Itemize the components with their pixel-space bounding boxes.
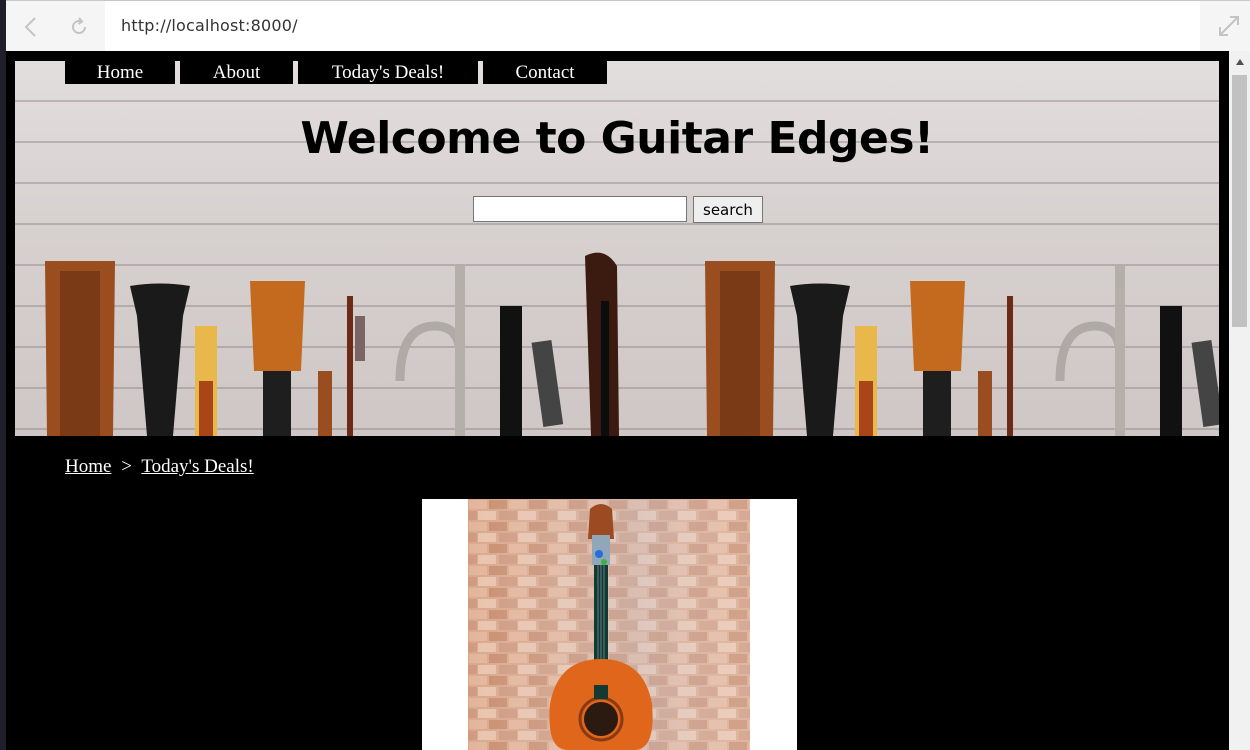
scroll-up-arrow-icon [1235,59,1244,65]
guitar-photo [468,499,750,750]
site-title: Welcome to Guitar Edges! [300,113,934,164]
back-arrow-icon [24,17,36,37]
header-banner: Home About Today's Deals! Contact Welcom… [15,61,1219,436]
product-image [422,499,797,750]
breadcrumb-current-link[interactable]: Today's Deals! [141,456,253,477]
address-bar[interactable]: http://localhost:8000/ [105,1,1200,52]
nav-about[interactable]: About [180,61,293,84]
back-button[interactable] [14,10,48,44]
search-input[interactable] [473,196,687,222]
scroll-up-button[interactable] [1229,51,1250,73]
page-viewport: Home About Today's Deals! Contact Welcom… [6,51,1229,750]
instruments-illustration [45,252,1219,436]
expand-icon[interactable] [1216,13,1242,39]
nav-contact[interactable]: Contact [483,61,607,84]
breadcrumb-home-link[interactable]: Home [65,456,111,477]
search-form: search [473,196,763,223]
reload-button[interactable] [62,10,96,44]
reload-icon [72,17,86,34]
nav-todays-deals[interactable]: Today's Deals! [298,61,478,84]
scrollbar-thumb[interactable] [1232,75,1247,327]
main-nav: Home About Today's Deals! Contact [65,61,612,84]
browser-toolbar: http://localhost:8000/ [6,0,1250,52]
url-text: http://localhost:8000/ [121,16,298,35]
breadcrumb: Home > Today's Deals! [65,456,254,478]
vertical-scrollbar[interactable] [1229,51,1250,750]
search-button[interactable]: search [693,196,763,223]
nav-home[interactable]: Home [65,61,175,84]
breadcrumb-separator: > [121,456,132,477]
